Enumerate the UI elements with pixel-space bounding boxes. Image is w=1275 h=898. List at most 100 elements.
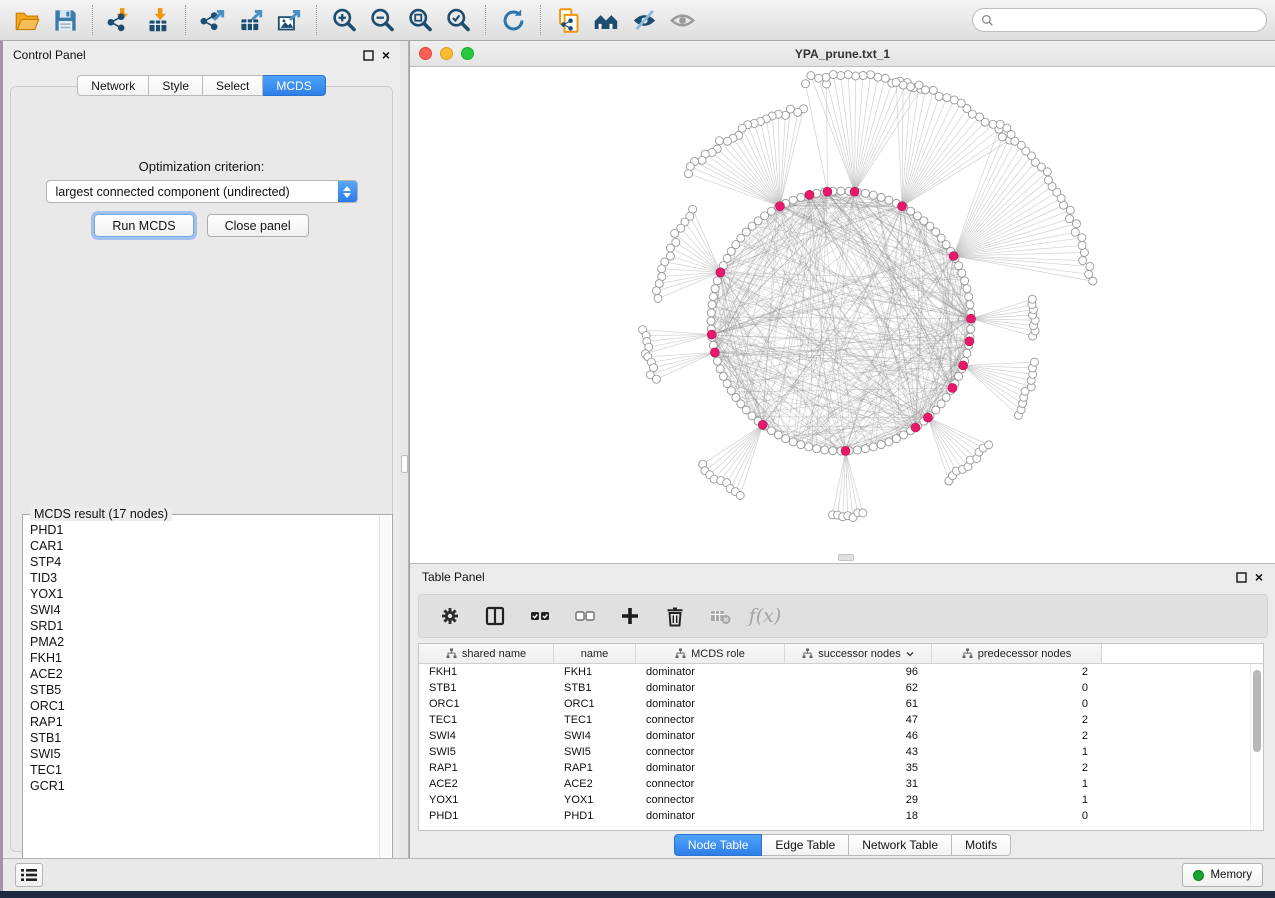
network-edge[interactable] — [766, 119, 780, 206]
column-header-successor-nodes[interactable]: successor nodes — [785, 644, 932, 663]
mcds-result-item[interactable]: SWI5 — [30, 746, 379, 762]
network-edge[interactable] — [928, 418, 970, 460]
cell-predecessor-nodes[interactable]: 1 — [932, 776, 1102, 792]
network-edge[interactable] — [954, 151, 1026, 256]
mcds-list-scrollbar[interactable] — [379, 516, 391, 882]
network-edge[interactable] — [896, 82, 902, 206]
network-edge[interactable] — [928, 418, 977, 459]
network-edge[interactable] — [902, 90, 933, 206]
network-node[interactable] — [966, 301, 974, 309]
table-scrollbar[interactable] — [1250, 664, 1263, 830]
network-edge[interactable] — [811, 76, 855, 192]
network-node[interactable] — [652, 375, 660, 383]
network-node[interactable] — [885, 196, 893, 204]
mcds-node[interactable] — [716, 268, 725, 277]
cell-shared-name[interactable]: YOX1 — [419, 792, 554, 808]
network-node[interactable] — [1030, 358, 1038, 366]
network-node[interactable] — [907, 83, 915, 91]
network-edge[interactable] — [685, 222, 721, 272]
network-edge[interactable] — [902, 129, 999, 206]
network-edge[interactable] — [855, 89, 921, 191]
zoom-out-button[interactable] — [363, 3, 401, 37]
table-row[interactable]: YOX1YOX1connector291 — [419, 792, 1263, 808]
cell-successor-nodes[interactable]: 96 — [785, 664, 932, 680]
network-edge[interactable] — [971, 319, 1033, 336]
network-edge[interactable] — [712, 152, 780, 206]
table-row[interactable]: STB1STB1dominator620 — [419, 680, 1263, 696]
cell-MCDS-role[interactable]: dominator — [636, 696, 785, 712]
network-node[interactable] — [723, 137, 731, 145]
column-header-predecessor-nodes[interactable]: predecessor nodes — [932, 644, 1102, 663]
select-all-button[interactable] — [525, 601, 555, 631]
network-edge[interactable] — [954, 134, 1011, 256]
network-edge[interactable] — [780, 109, 804, 206]
network-node[interactable] — [829, 447, 837, 455]
cell-MCDS-role[interactable]: connector — [636, 744, 785, 760]
network-edge[interactable] — [770, 212, 915, 428]
vertical-splitter[interactable] — [400, 41, 409, 858]
network-edge[interactable] — [954, 167, 1042, 256]
network-node[interactable] — [958, 269, 966, 277]
tab-node-table[interactable]: Node Table — [674, 834, 763, 856]
network-node[interactable] — [802, 80, 810, 88]
float-panel-icon[interactable] — [363, 50, 374, 61]
cell-name[interactable]: FKH1 — [554, 664, 636, 680]
network-node[interactable] — [707, 317, 715, 325]
cell-successor-nodes[interactable]: 18 — [785, 808, 932, 824]
network-node[interactable] — [1071, 228, 1079, 236]
network-edge[interactable] — [954, 145, 1022, 256]
network-node[interactable] — [715, 137, 723, 145]
network-node[interactable] — [815, 74, 823, 82]
network-node[interactable] — [837, 187, 845, 195]
cell-shared-name[interactable]: FKH1 — [419, 664, 554, 680]
cell-predecessor-nodes[interactable]: 2 — [932, 664, 1102, 680]
network-node[interactable] — [774, 431, 782, 439]
column-header-shared-name[interactable]: shared name — [419, 644, 554, 663]
export-image-button[interactable] — [270, 3, 308, 37]
cell-predecessor-nodes[interactable]: 0 — [932, 808, 1102, 824]
network-edge[interactable] — [721, 425, 763, 481]
network-edge[interactable] — [902, 137, 1002, 206]
tab-motifs[interactable]: Motifs — [952, 834, 1011, 856]
network-node[interactable] — [1079, 257, 1087, 265]
network-node[interactable] — [963, 285, 971, 293]
network-node[interactable] — [877, 193, 885, 201]
zoom-selected-button[interactable] — [439, 3, 477, 37]
cell-name[interactable]: RAP1 — [554, 760, 636, 776]
optimization-criterion-dropdown[interactable]: largest connected component (undirected) — [46, 180, 358, 203]
network-node[interactable] — [859, 509, 867, 517]
network-node[interactable] — [885, 438, 893, 446]
network-edge[interactable] — [675, 233, 721, 272]
close-panel-button[interactable]: Close panel — [207, 214, 309, 237]
cell-name[interactable]: SWI4 — [554, 728, 636, 744]
table-row[interactable]: ACE2ACE2connector311 — [419, 776, 1263, 792]
save-session-button[interactable] — [46, 3, 84, 37]
network-node[interactable] — [967, 325, 975, 333]
network-edge[interactable] — [963, 365, 1022, 403]
network-node[interactable] — [829, 71, 837, 79]
mcds-result-item[interactable]: SWI4 — [30, 602, 379, 618]
cell-predecessor-nodes[interactable]: 2 — [932, 760, 1102, 776]
network-titlebar[interactable]: YPA_prune.txt_1 — [410, 41, 1275, 67]
network-node[interactable] — [844, 71, 852, 79]
network-edge[interactable] — [954, 162, 1036, 256]
network-node[interactable] — [698, 156, 706, 164]
cell-predecessor-nodes[interactable]: 2 — [932, 712, 1102, 728]
network-node[interactable] — [892, 78, 900, 86]
table-scrollbar-thumb[interactable] — [1253, 670, 1261, 752]
table-row[interactable]: SWI5SWI5connector431 — [419, 744, 1263, 760]
table-row[interactable]: SWI4SWI4dominator462 — [419, 728, 1263, 744]
tab-network[interactable]: Network — [77, 75, 149, 96]
cell-successor-nodes[interactable]: 35 — [785, 760, 932, 776]
export-table-button[interactable] — [232, 3, 270, 37]
cell-MCDS-role[interactable]: connector — [636, 792, 785, 808]
network-edge[interactable] — [806, 84, 828, 192]
mcds-result-item[interactable]: FKH1 — [30, 650, 379, 666]
network-edge[interactable] — [717, 149, 780, 206]
delete-row-button[interactable] — [660, 601, 690, 631]
network-edge[interactable] — [735, 425, 762, 492]
cell-predecessor-nodes[interactable]: 2 — [932, 728, 1102, 744]
cell-MCDS-role[interactable]: dominator — [636, 680, 785, 696]
network-node[interactable] — [853, 446, 861, 454]
mcds-result-item[interactable]: PMA2 — [30, 634, 379, 650]
